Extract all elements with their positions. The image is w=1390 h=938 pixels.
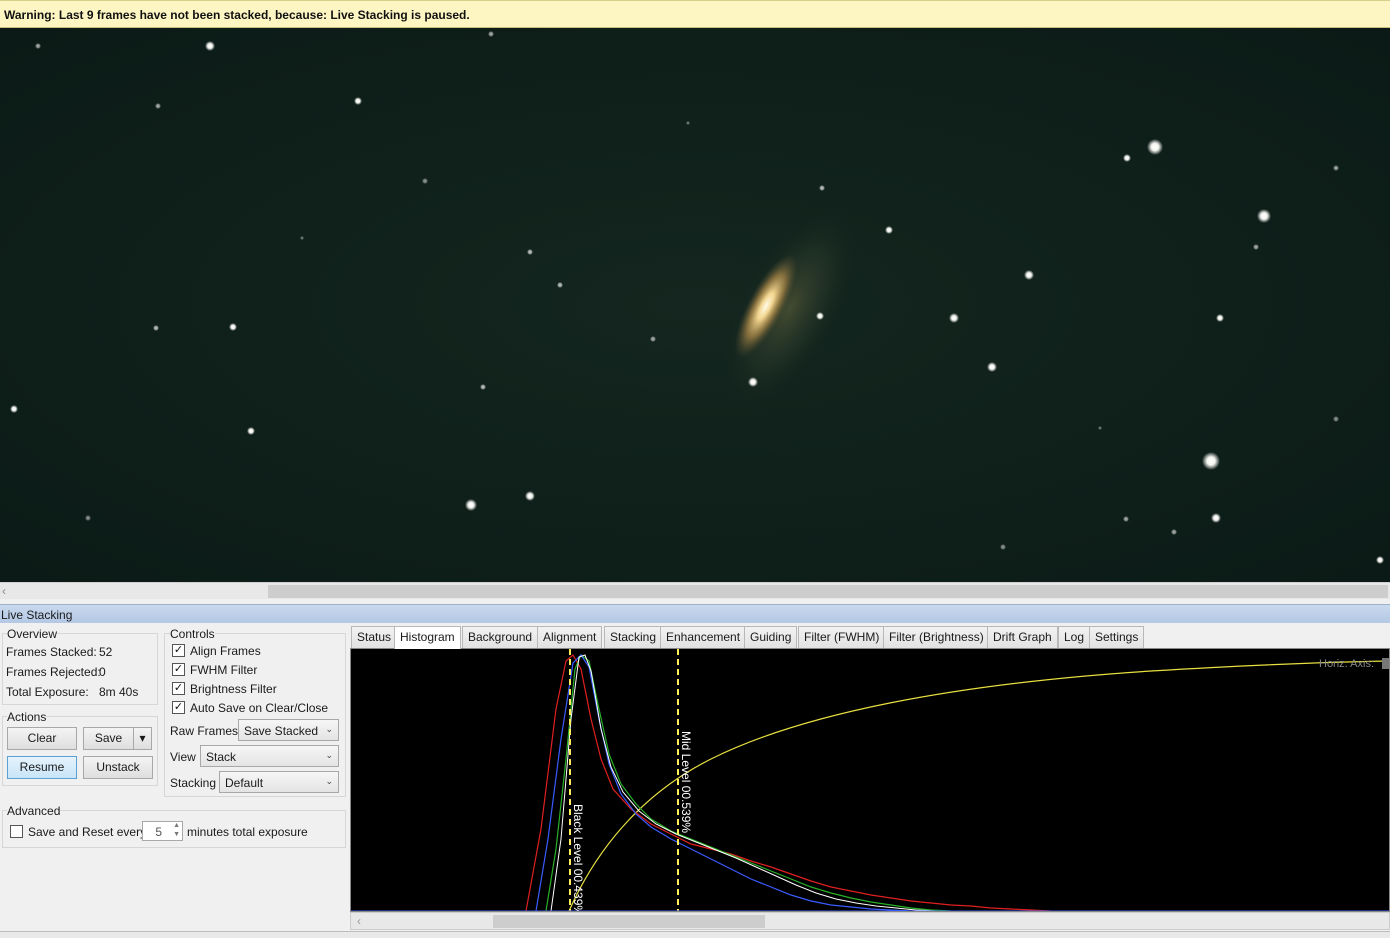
- view-value: Stack: [206, 750, 237, 764]
- resume-button[interactable]: Resume: [7, 756, 77, 779]
- frames-stacked-label: Frames Stacked:: [6, 645, 97, 659]
- tab-log[interactable]: Log: [1058, 626, 1091, 648]
- tab-filter-fwhm[interactable]: Filter (FWHM): [798, 626, 886, 648]
- histogram-plot: Black Level 00.439% Mid Level 00.539% Ho…: [351, 649, 1389, 912]
- warning-banner: Warning: Last 9 frames have not been sta…: [0, 0, 1390, 28]
- image-horizontal-scrollbar[interactable]: ‹: [0, 582, 1390, 599]
- tab-status[interactable]: Status: [351, 626, 398, 648]
- actions-label: Actions: [7, 710, 47, 724]
- tab-alignment[interactable]: Alignment: [537, 626, 603, 648]
- histogram-green: [545, 654, 952, 911]
- align-frames-label: Align Frames: [190, 644, 261, 658]
- fwhm-filter-label: FWHM Filter: [190, 663, 258, 677]
- save-reset-label: Save and Reset every: [28, 825, 147, 839]
- panel-titlebar: Live Stacking: [0, 604, 1390, 623]
- save-reset-checkbox[interactable]: [10, 825, 23, 838]
- minutes-suffix: minutes total exposure: [187, 825, 308, 839]
- galaxy-image: [0, 28, 1390, 582]
- unstack-button[interactable]: Unstack: [83, 756, 153, 779]
- auto-save-checkbox[interactable]: ✓: [172, 701, 185, 714]
- brightness-filter-checkbox[interactable]: ✓: [172, 682, 185, 695]
- histogram-white: [550, 654, 937, 911]
- scroll-thumb[interactable]: [268, 585, 1388, 598]
- histogram-horizontal-scrollbar[interactable]: ‹: [350, 912, 1390, 930]
- brightness-filter-label: Brightness Filter: [190, 682, 277, 696]
- auto-save-label: Auto Save on Clear/Close: [190, 701, 329, 715]
- chevron-down-icon: ⌄: [325, 750, 333, 760]
- warning-text: Warning: Last 9 frames have not been sta…: [4, 8, 470, 22]
- view-label: View: [170, 750, 196, 764]
- chevron-down-icon: ⌄: [325, 724, 333, 734]
- clear-button[interactable]: Clear: [7, 727, 77, 750]
- frames-rejected-value: 0: [99, 665, 106, 679]
- total-exposure-value: 8m 40s: [99, 685, 139, 699]
- advanced-label: Advanced: [7, 804, 61, 818]
- stacked-image-view[interactable]: [0, 28, 1390, 582]
- tab-guiding[interactable]: Guiding: [744, 626, 798, 648]
- raw-frames-label: Raw Frames: [170, 724, 239, 738]
- raw-frames-select[interactable]: Save Stacked ⌄: [238, 719, 339, 741]
- spin-up-icon[interactable]: ▲: [173, 822, 180, 829]
- view-select[interactable]: Stack ⌄: [200, 745, 339, 767]
- align-frames-checkbox[interactable]: ✓: [172, 644, 185, 657]
- tab-enhancement[interactable]: Enhancement: [660, 626, 747, 648]
- spin-down-icon[interactable]: ▼: [173, 831, 180, 838]
- minutes-spinner[interactable]: 5 ▲ ▼: [142, 821, 183, 841]
- tab-background[interactable]: Background: [462, 626, 539, 648]
- scroll-thumb[interactable]: [493, 915, 765, 928]
- save-button[interactable]: Save: [83, 727, 134, 750]
- scroll-left-icon[interactable]: ‹: [357, 914, 361, 928]
- fwhm-filter-checkbox[interactable]: ✓: [172, 663, 185, 676]
- frames-rejected-label: Frames Rejected:: [6, 665, 101, 679]
- horiz-axis-label: Horiz. Axis:: [1319, 658, 1374, 670]
- tab-settings[interactable]: Settings: [1089, 626, 1145, 648]
- tab-histogram[interactable]: Histogram: [394, 626, 461, 649]
- overview-label: Overview: [7, 627, 58, 641]
- tab-stacking[interactable]: Stacking: [604, 626, 663, 648]
- raw-frames-value: Save Stacked: [244, 724, 319, 738]
- tab-filter-brightness[interactable]: Filter (Brightness): [883, 626, 990, 648]
- histogram-blue: [535, 654, 912, 911]
- scroll-left-icon[interactable]: ‹: [2, 584, 6, 598]
- panel-title: Live Stacking: [1, 608, 73, 622]
- minutes-value: 5: [155, 825, 162, 839]
- chevron-down-icon: ⌄: [325, 776, 333, 786]
- histogram-chart[interactable]: Black Level 00.439% Mid Level 00.539% Ho…: [350, 648, 1390, 912]
- stacking-label: Stacking: [170, 776, 217, 790]
- controls-label: Controls: [170, 627, 215, 641]
- tab-drift-graph[interactable]: Drift Graph: [987, 626, 1058, 648]
- bottom-border: [0, 931, 1390, 938]
- stacking-select[interactable]: Default ⌄: [219, 771, 339, 793]
- black-level-label: Black Level 00.439%: [571, 804, 585, 912]
- histogram-red: [525, 654, 1052, 911]
- stacking-value: Default: [225, 776, 264, 790]
- total-exposure-label: Total Exposure:: [6, 685, 89, 699]
- frames-stacked-value: 52: [99, 645, 113, 659]
- mid-level-label: Mid Level 00.539%: [679, 731, 693, 833]
- save-menu-button[interactable]: ▾: [133, 727, 152, 750]
- horiz-axis-checkbox: [1382, 658, 1389, 669]
